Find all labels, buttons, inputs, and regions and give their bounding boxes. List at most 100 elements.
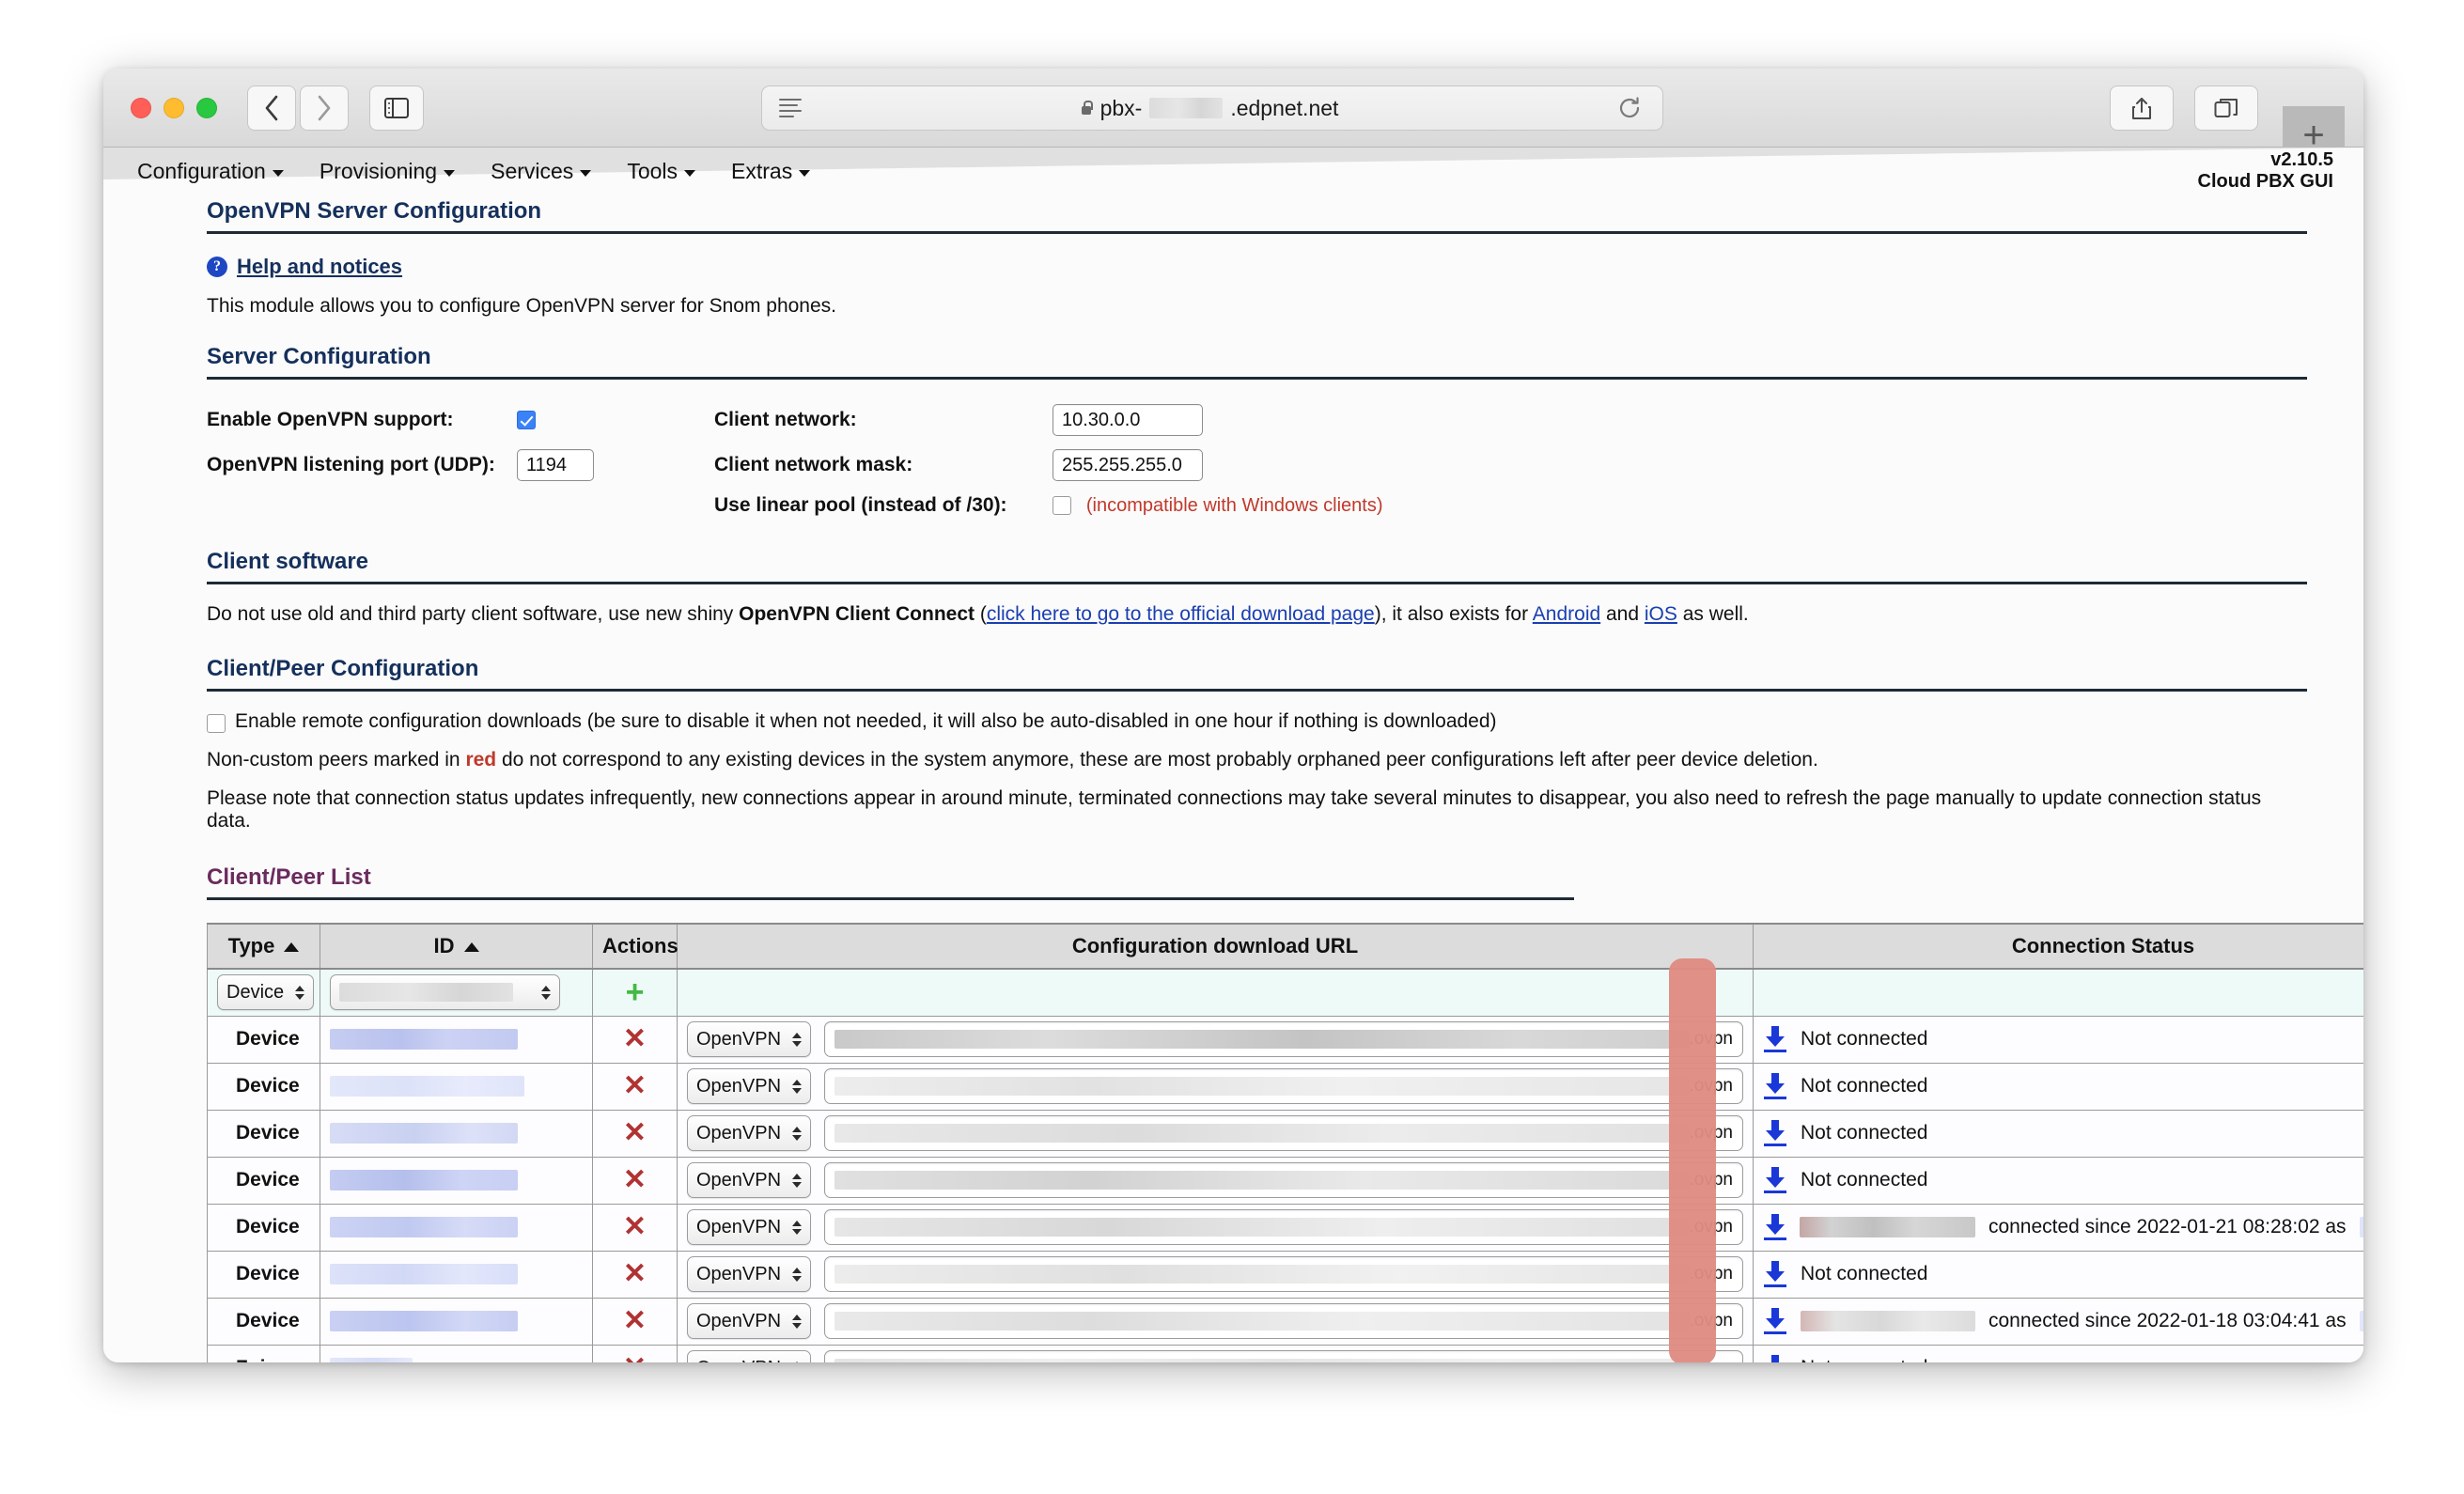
menu-extras[interactable]: Extras [731, 159, 811, 184]
x-icon[interactable]: ✕ [623, 1258, 647, 1289]
window-controls[interactable] [131, 97, 217, 118]
remote-downloads-checkbox[interactable] [207, 714, 226, 733]
client-network-input[interactable]: 10.30.0.0 [1053, 404, 1203, 436]
download-arrow-icon[interactable] [1763, 1355, 1787, 1362]
row-type: Device [207, 1156, 320, 1205]
row-type: Device [207, 1062, 320, 1111]
row-url-field[interactable]: .ovpn [824, 1350, 1743, 1362]
row-format-select[interactable]: OpenVPN [687, 1115, 812, 1151]
app-menubar[interactable]: Configuration Provisioning Services Tool… [103, 148, 2363, 198]
row-url-suffix: .ovpn [1690, 1358, 1733, 1362]
row-url-field[interactable]: .ovpn [824, 1256, 1743, 1292]
row-delete-cell: ✕ [592, 1297, 678, 1346]
row-format-select[interactable]: OpenVPN [687, 1162, 812, 1198]
row-format-select[interactable]: OpenVPN [687, 1021, 812, 1057]
x-icon[interactable]: ✕ [623, 1305, 647, 1336]
download-arrow-icon[interactable] [1763, 1073, 1787, 1099]
row-url-field[interactable]: .ovpn [824, 1115, 1743, 1151]
row-status-cell: Not connected [1753, 1062, 2363, 1111]
brand-block: v2.10.5 Cloud PBX GUI [2198, 149, 2333, 193]
sort-ascending-icon[interactable] [463, 942, 479, 953]
sort-ascending-icon[interactable] [284, 942, 300, 953]
row-url-field[interactable]: .ovpn [824, 1068, 1743, 1104]
menu-services[interactable]: Services [491, 159, 592, 184]
row-status-text: Not connected [1801, 1122, 1928, 1144]
enable-openvpn-checkbox[interactable] [517, 411, 536, 430]
close-window-button[interactable] [131, 97, 151, 118]
x-icon[interactable]: ✕ [623, 1211, 647, 1242]
help-link-label[interactable]: Help and notices [237, 255, 402, 279]
openvpn-port-input[interactable]: 1194 [517, 449, 594, 481]
client-software-block: Client software Do not use old and third… [207, 549, 2307, 626]
android-link[interactable]: Android [1533, 603, 1600, 625]
column-header-actions: Actions [592, 923, 678, 970]
table-row: Zoiper ✕ OpenVPN .ovpn [207, 1344, 2363, 1363]
row-format-select[interactable]: OpenVPN [687, 1256, 812, 1292]
peer-list-table: Type ID Actions Configuration download U… [207, 923, 2363, 1362]
download-arrow-icon[interactable] [1763, 1120, 1787, 1146]
back-button[interactable] [247, 85, 296, 131]
divider [207, 377, 2307, 380]
add-row-type-select[interactable]: Device [217, 974, 315, 1011]
download-page-link[interactable]: click here to go to the official downloa… [987, 603, 1375, 625]
app-version: v2.10.5 [2270, 149, 2333, 170]
row-url-field[interactable]: .ovpn [824, 1162, 1743, 1198]
menu-provisioning[interactable]: Provisioning [319, 159, 456, 184]
stepper-icon [792, 1173, 803, 1188]
maximize-window-button[interactable] [196, 97, 217, 118]
page-intro-text: This module allows you to configure Open… [207, 295, 837, 317]
download-arrow-icon[interactable] [1763, 1167, 1787, 1193]
share-icon[interactable] [2110, 86, 2174, 131]
remote-downloads-label: Enable remote configuration downloads (b… [235, 710, 1497, 732]
linear-pool-note: (incompatible with Windows clients) [1085, 495, 1383, 516]
add-row-id-select[interactable] [330, 974, 560, 1011]
column-header-id[interactable]: ID [320, 923, 593, 970]
menu-tools[interactable]: Tools [627, 159, 696, 184]
plus-icon[interactable]: + [626, 974, 645, 1010]
address-bar[interactable]: pbx- .edpnet.net [761, 86, 1663, 131]
menu-provisioning-label: Provisioning [319, 159, 438, 183]
row-url-field[interactable]: .ovpn [824, 1303, 1743, 1339]
enable-openvpn-label: Enable OpenVPN support: [207, 409, 454, 430]
navigation-buttons[interactable] [247, 85, 349, 131]
x-icon[interactable]: ✕ [623, 1352, 647, 1363]
sidebar-toggle-button[interactable] [369, 85, 424, 131]
column-header-type[interactable]: Type [207, 923, 320, 970]
stepper-icon [792, 1126, 803, 1141]
row-format-value: OpenVPN [696, 1122, 782, 1144]
table-row: Device ✕ OpenVPN .ovpn [207, 1156, 2363, 1205]
menu-configuration[interactable]: Configuration [137, 159, 284, 184]
ios-link[interactable]: iOS [1645, 603, 1677, 625]
table-row: Device ✕ OpenVPN .ovpn [207, 1203, 2363, 1252]
toolbar-right-buttons[interactable] [2110, 86, 2258, 131]
client-mask-input[interactable]: 255.255.255.0 [1053, 449, 1203, 481]
stepper-icon [541, 985, 551, 1000]
row-status-cell: Not connected [1753, 1344, 2363, 1362]
minimize-window-button[interactable] [164, 97, 184, 118]
browser-window: pbx- .edpnet.net + Configuration Provisi… [103, 69, 2363, 1362]
row-format-select[interactable]: OpenVPN [687, 1209, 812, 1245]
help-and-notices[interactable]: ? Help and notices [207, 255, 2307, 279]
row-format-select[interactable]: OpenVPN [687, 1303, 812, 1339]
download-arrow-icon[interactable] [1763, 1214, 1786, 1240]
row-format-select[interactable]: OpenVPN [687, 1068, 812, 1104]
reload-icon[interactable] [1617, 96, 1642, 120]
remote-downloads-row[interactable]: Enable remote configuration downloads (b… [207, 710, 2307, 733]
download-arrow-icon[interactable] [1763, 1261, 1787, 1287]
reader-view-icon[interactable] [779, 99, 802, 117]
download-arrow-icon[interactable] [1763, 1026, 1787, 1052]
row-url-field[interactable]: .ovpn [824, 1209, 1743, 1245]
row-url-field[interactable]: .ovpn [824, 1021, 1743, 1057]
note-red-word: red [465, 749, 497, 770]
x-icon[interactable]: ✕ [623, 1070, 647, 1101]
linear-pool-checkbox[interactable] [1053, 496, 1071, 516]
x-icon[interactable]: ✕ [623, 1164, 647, 1195]
row-format-select[interactable]: OpenVPN [687, 1350, 812, 1362]
forward-button[interactable] [300, 85, 349, 131]
download-arrow-icon[interactable] [1763, 1308, 1787, 1334]
x-icon[interactable]: ✕ [623, 1023, 647, 1054]
x-icon[interactable]: ✕ [623, 1117, 647, 1148]
menu-services-label: Services [491, 159, 574, 183]
column-header-url: Configuration download URL [677, 923, 1754, 970]
tab-overview-icon[interactable] [2194, 86, 2258, 131]
